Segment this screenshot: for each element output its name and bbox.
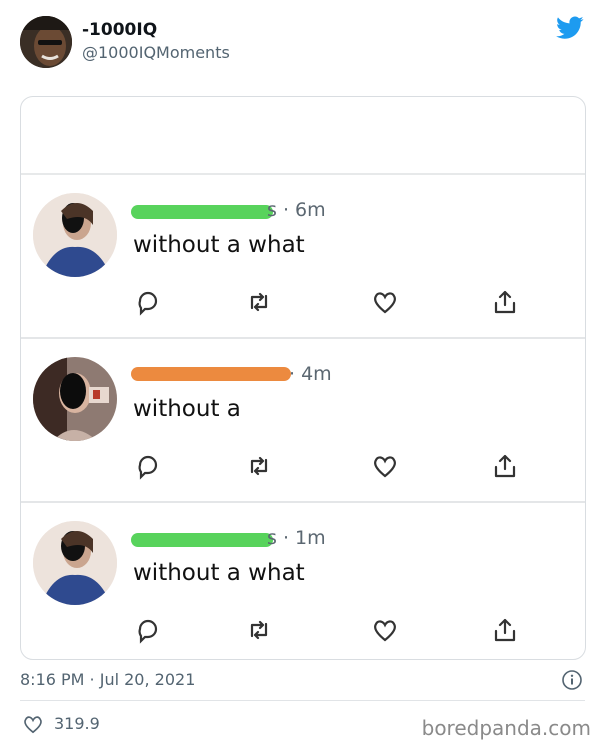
meta-time: · 4m	[289, 363, 332, 385]
share-icon[interactable]	[491, 288, 519, 316]
embedded-tweet-1: s · 6m without a what	[21, 187, 585, 351]
author-avatar[interactable]	[20, 16, 72, 68]
retweet-icon[interactable]	[245, 616, 273, 644]
redacted-username	[131, 529, 273, 551]
avatar	[33, 521, 117, 605]
divider	[21, 173, 585, 175]
divider	[20, 700, 585, 701]
like-icon[interactable]	[371, 288, 399, 316]
tweet-text: without a what	[133, 560, 305, 586]
like-count: 319.9	[54, 714, 100, 733]
avatar	[33, 357, 117, 441]
meta-time: s · 6m	[267, 199, 326, 221]
embedded-tweet-2: · 4m without a	[21, 351, 585, 515]
watermark: boredpanda.com	[421, 716, 591, 740]
reply-icon[interactable]	[134, 452, 162, 480]
embedded-tweet-3: s · 1m without a what	[21, 515, 585, 659]
reply-icon[interactable]	[134, 288, 162, 316]
heart-icon[interactable]	[22, 714, 44, 734]
meta-time: s · 1m	[267, 527, 326, 549]
tweet-timestamp[interactable]: 8:16 PM · Jul 20, 2021	[20, 670, 195, 689]
green-redaction-mark	[131, 533, 273, 547]
tweet-text: without a what	[133, 232, 305, 258]
like-icon[interactable]	[371, 616, 399, 644]
like-icon[interactable]	[371, 452, 399, 480]
share-icon[interactable]	[491, 452, 519, 480]
tweet-text: without a	[133, 396, 241, 422]
twitter-bird-icon[interactable]	[556, 16, 584, 40]
redacted-username	[131, 201, 273, 223]
embedded-screenshot[interactable]: s · 6m without a what · 4m without a s ·…	[20, 96, 586, 660]
divider	[21, 501, 585, 503]
green-redaction-mark	[131, 205, 273, 219]
tweet-header: -1000IQ @1000IQMoments	[0, 0, 605, 80]
reply-icon[interactable]	[134, 616, 162, 644]
retweet-icon[interactable]	[245, 452, 273, 480]
info-icon[interactable]	[561, 669, 583, 691]
author-handle[interactable]: @1000IQMoments	[82, 43, 230, 62]
orange-redaction-mark	[131, 367, 291, 381]
avatar	[33, 193, 117, 277]
redacted-username	[131, 363, 291, 385]
share-icon[interactable]	[491, 616, 519, 644]
retweet-icon[interactable]	[245, 288, 273, 316]
author-avatar-image	[20, 16, 72, 68]
author-display-name[interactable]: -1000IQ	[82, 20, 157, 40]
divider	[21, 337, 585, 339]
